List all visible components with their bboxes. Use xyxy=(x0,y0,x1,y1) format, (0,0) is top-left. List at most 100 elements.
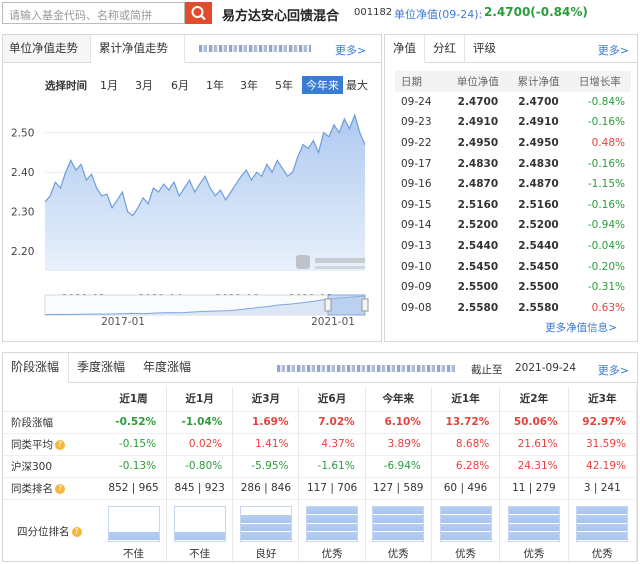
perf-row-label: 同类排名? xyxy=(3,477,101,499)
nav-cell-cum: 2.5440 xyxy=(518,240,559,253)
range-5y[interactable]: 5年 xyxy=(271,76,297,94)
perf-cell: -1.61% xyxy=(298,455,366,477)
performance-table: 近1周 近1月 近3月 近6月 今年来 近1年 近2年 近3年阶段涨幅 -0.52% -1.04%… xyxy=(3,387,638,563)
nav-cell-unit: 2.4830 xyxy=(457,157,499,170)
quartile-bar xyxy=(439,505,492,542)
quartile-bar xyxy=(507,505,560,542)
period-header: 近3月 xyxy=(232,387,300,411)
nav-label: 单位净值(09-24): xyxy=(394,8,483,21)
perf-cell: 50.06% xyxy=(499,411,569,433)
nav-cell-unit: 2.5200 xyxy=(457,219,499,232)
perf-cell: 8.68% xyxy=(431,433,501,455)
more-nav-info-link[interactable]: 更多净值信息> xyxy=(545,320,617,335)
nav-cell-cum: 2.5200 xyxy=(518,219,559,232)
quartile-bar xyxy=(306,505,359,542)
perf-cell: 3 | 241 xyxy=(568,477,638,499)
nav-cell-cum: 2.4870 xyxy=(518,178,559,191)
range-1m[interactable]: 1月 xyxy=(96,76,122,94)
period-header: 近1月 xyxy=(166,387,234,411)
y-tick-label: 2.40 xyxy=(11,167,34,179)
range-3y[interactable]: 3年 xyxy=(236,76,262,94)
nav-table-row: 09-17 2.4830 2.4830 -0.16% xyxy=(395,153,631,174)
nav-cell-growth: -0.16% xyxy=(587,116,625,129)
nav-more-link[interactable]: 更多> xyxy=(598,42,629,58)
tab-unit-nav-trend[interactable]: 单位净值走势 xyxy=(3,35,91,63)
y-tick-label: 2.30 xyxy=(11,207,34,219)
nav-cell-date: 09-13 xyxy=(401,240,432,253)
perf-cell: -0.52% xyxy=(101,411,168,433)
period-header: 近2年 xyxy=(499,387,569,411)
perf-cell: -6.94% xyxy=(365,455,432,477)
quartile-bar xyxy=(372,505,425,542)
quartile-label: 四分位排名 xyxy=(17,525,70,538)
range-ytd[interactable]: 今年来 xyxy=(302,76,343,94)
perf-cell: 92.97% xyxy=(568,411,638,433)
perf-cell: 21.61% xyxy=(499,433,569,455)
tab-stage-return[interactable]: 阶段涨幅 xyxy=(3,353,69,383)
nav-cell-unit: 2.4870 xyxy=(457,178,499,191)
nav-table-row: 09-08 2.5580 2.5580 0.63% xyxy=(395,298,631,319)
range-3m[interactable]: 3月 xyxy=(131,76,157,94)
perf-cell: -1.04% xyxy=(166,411,234,433)
tab-annual-return[interactable]: 年度涨幅 xyxy=(135,353,215,383)
fund-code: 001182 xyxy=(354,7,393,18)
time-range-label: 选择时间 xyxy=(45,80,87,92)
nav-cell-cum: 2.5450 xyxy=(518,260,559,273)
nav-panel: 净值 分红 评级 更多> 日期 单位净值 累计净值 日增长率 09-24 2.47… xyxy=(384,34,638,342)
nav-chart[interactable]: 2.502.402.302.202021-022021-042021-06202… xyxy=(3,101,381,301)
chart-more-link[interactable]: 更多> xyxy=(335,42,366,58)
perf-row: 阶段涨幅 -0.52% -1.04% 1.69% 7.02% 6.10% 13.72% 50.… xyxy=(3,411,638,433)
help-icon[interactable]: ? xyxy=(55,483,65,494)
col-unit-nav: 单位净值 xyxy=(447,71,509,92)
range-6m[interactable]: 6月 xyxy=(167,76,193,94)
quartile-text: 优秀 xyxy=(591,547,613,560)
perf-cell: 42.19% xyxy=(568,455,638,477)
nav-cell-unit: 2.4910 xyxy=(457,116,499,129)
nav-cell-unit: 2.5500 xyxy=(457,281,499,294)
chart-navigator[interactable]: 2017-01 2021-01 xyxy=(3,291,381,327)
tab-dividend[interactable]: 分红 xyxy=(425,35,465,63)
perf-cell: 0.02% xyxy=(166,433,234,455)
perf-cell: -0.80% xyxy=(166,455,234,477)
nav-cell-date: 09-14 xyxy=(401,219,432,232)
navigator-handle[interactable] xyxy=(361,298,369,312)
navigator-label: 2021-01 xyxy=(311,316,355,327)
help-icon[interactable]: ? xyxy=(71,526,82,537)
nav-table-row: 09-16 2.4870 2.4870 -1.15% xyxy=(395,174,631,195)
perf-cell: -0.13% xyxy=(101,455,168,477)
quartile-bar xyxy=(107,505,160,542)
nav-table-row: 09-09 2.5500 2.5500 -0.31% xyxy=(395,277,631,298)
perf-more-link[interactable]: 更多> xyxy=(598,362,629,378)
perf-row-label-text: 阶段涨幅 xyxy=(11,416,53,429)
range-1y[interactable]: 1年 xyxy=(202,76,228,94)
help-icon[interactable]: ? xyxy=(55,439,65,450)
nav-table: 日期 单位净值 累计净值 日增长率 09-24 2.4700 2.4700 -0.84… xyxy=(395,71,631,318)
col-date: 日期 xyxy=(395,71,448,92)
perf-row-label: 同类平均? xyxy=(3,433,101,455)
tab-rating[interactable]: 评级 xyxy=(465,35,505,63)
navigator-handle[interactable] xyxy=(324,298,332,312)
quartile-text: 良好 xyxy=(255,547,277,560)
tab-nav[interactable]: 净值 xyxy=(385,35,425,63)
quartile-cell: 不佳 xyxy=(101,499,168,563)
nav-cell-cum: 2.5580 xyxy=(518,301,559,314)
quartile-label-cell: 四分位排名? xyxy=(3,499,101,563)
quartile-text: 不佳 xyxy=(189,547,211,560)
range-max[interactable]: 最大 xyxy=(342,76,372,94)
tab-cumulative-nav-trend[interactable]: 累计净值走势 xyxy=(91,35,185,63)
perf-header-row: 近1周 近1月 近3月 近6月 今年来 近1年 近2年 近3年 xyxy=(3,387,638,411)
nav-cell-growth: 0.48% xyxy=(591,137,625,150)
quartile-bar xyxy=(173,505,226,542)
perf-header-blank xyxy=(3,387,101,411)
tab-quarter-return[interactable]: 季度涨幅 xyxy=(69,353,135,383)
perf-cell: 31.59% xyxy=(568,433,638,455)
search-button[interactable] xyxy=(185,2,212,24)
quartile-text: 优秀 xyxy=(387,547,409,560)
navigator-selection[interactable] xyxy=(327,294,366,316)
fund-name: 易方达安心回馈混合 xyxy=(222,9,340,24)
search-input[interactable]: 请输入基金代码、名称或简拼 xyxy=(2,2,185,24)
nav-cell-growth: -1.15% xyxy=(587,178,625,191)
quartile-cell: 优秀 xyxy=(431,499,501,563)
quartile-cell: 不佳 xyxy=(166,499,234,563)
perf-row-label-text: 沪深300 xyxy=(11,460,53,473)
